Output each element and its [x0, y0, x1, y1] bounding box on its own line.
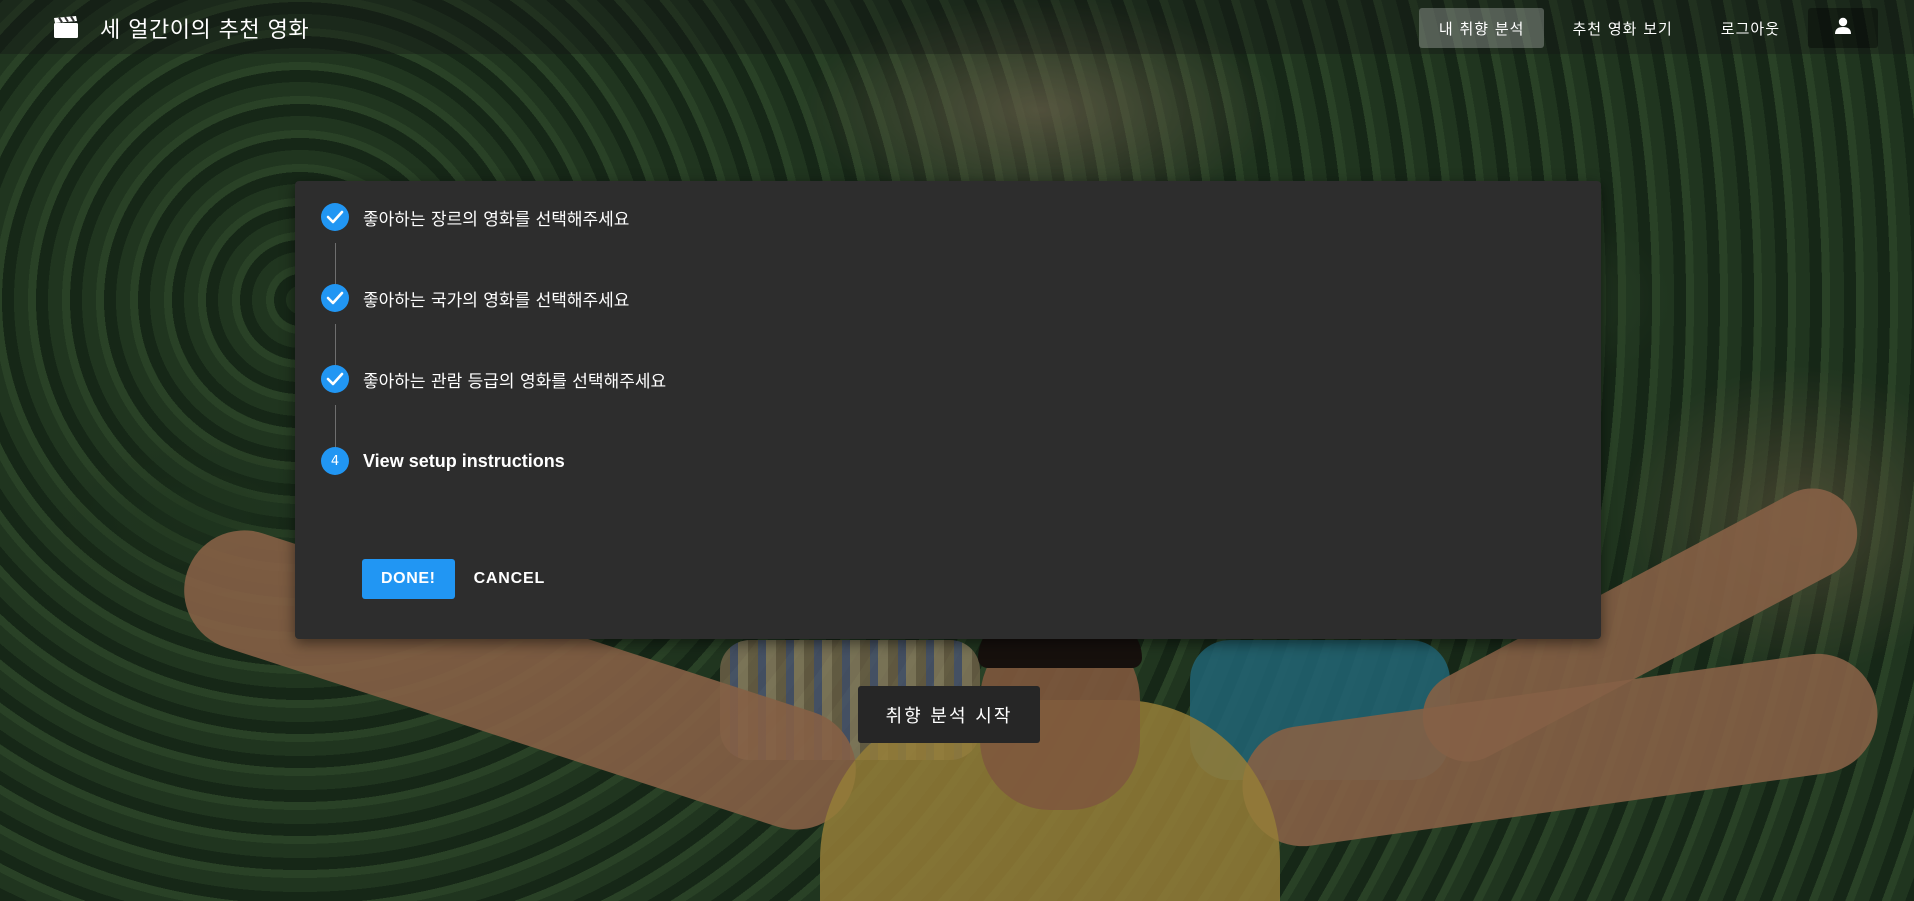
nav-recommended-movies-button[interactable]: 추천 영화 보기	[1552, 8, 1692, 48]
nav-logout-button[interactable]: 로그아웃	[1701, 8, 1800, 48]
user-icon	[1835, 17, 1851, 39]
cancel-button[interactable]: CANCEL	[463, 559, 556, 599]
step-4[interactable]: 4 View setup instructions	[321, 446, 565, 476]
check-icon	[321, 365, 349, 393]
clapperboard-icon[interactable]	[54, 15, 78, 38]
step-1-label: 좋아하는 장르의 영화를 선택해주세요	[363, 209, 630, 230]
step-connector	[335, 405, 336, 451]
step-3[interactable]: 좋아하는 관람 등급의 영화를 선택해주세요	[321, 364, 666, 394]
step-2[interactable]: 좋아하는 국가의 영화를 선택해주세요	[321, 283, 629, 313]
user-account-button[interactable]	[1808, 8, 1878, 48]
app-title[interactable]: 세 얼간이의 추천 영화	[100, 12, 309, 44]
check-icon	[321, 284, 349, 312]
step-2-label: 좋아하는 국가의 영화를 선택해주세요	[363, 290, 630, 311]
check-icon	[321, 203, 349, 231]
done-button[interactable]: DONE!	[362, 559, 455, 599]
top-nav: 내 취향 분석 추천 영화 보기 로그아웃	[1418, 8, 1878, 48]
step-4-number: 4	[321, 447, 349, 475]
app-bar: 세 얼간이의 추천 영화 내 취향 분석 추천 영화 보기 로그아웃	[0, 0, 1914, 54]
step-4-label: View setup instructions	[363, 450, 565, 471]
start-taste-analysis-button[interactable]: 취향 분석 시작	[858, 686, 1040, 743]
nav-taste-analysis-button[interactable]: 내 취향 분석	[1418, 8, 1545, 48]
stepper-actions: DONE! CANCEL	[362, 559, 556, 599]
step-3-label: 좋아하는 관람 등급의 영화를 선택해주세요	[363, 371, 667, 392]
setup-stepper-card: 좋아하는 장르의 영화를 선택해주세요 좋아하는 국가의 영화를 선택해주세요 …	[295, 181, 1601, 639]
step-1[interactable]: 좋아하는 장르의 영화를 선택해주세요	[321, 202, 629, 232]
